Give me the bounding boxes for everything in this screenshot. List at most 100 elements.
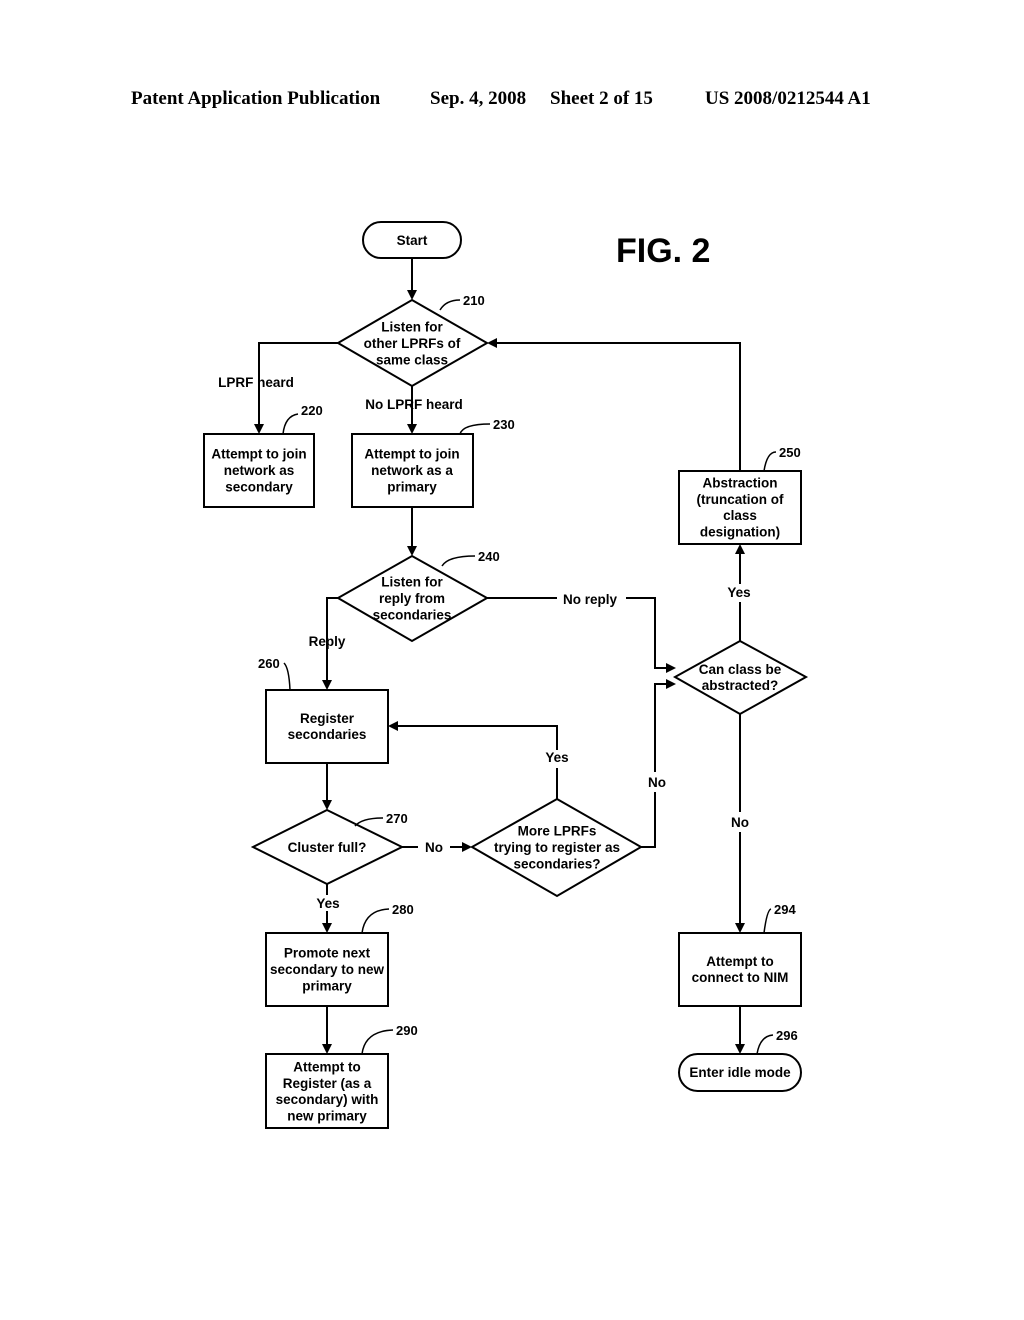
node-text-line: secondaries bbox=[373, 607, 452, 622]
node-290-register-new-primary: Attempt to Register (as a secondary) with n… bbox=[265, 1023, 418, 1129]
node-text-line: Can class be bbox=[699, 662, 782, 677]
edge-label-cluster-no: No bbox=[425, 840, 443, 855]
ref-number: 290 bbox=[396, 1023, 418, 1038]
node-text-line: Attempt to join bbox=[364, 447, 459, 462]
node-text-line: Abstraction bbox=[702, 476, 777, 491]
node-start: Start bbox=[362, 221, 462, 259]
ref-number: 220 bbox=[301, 403, 323, 418]
edge-label-abs-yes: Yes bbox=[727, 585, 750, 600]
node-text-line: Enter idle mode bbox=[689, 1065, 791, 1080]
arrowhead bbox=[322, 680, 332, 690]
node-text-line: Promote next bbox=[284, 946, 371, 961]
edge-more-abs-b bbox=[654, 683, 668, 772]
node-text-line: secondary) with bbox=[276, 1092, 379, 1107]
ref-leader bbox=[459, 423, 491, 435]
ref-number: 294 bbox=[774, 902, 796, 917]
node-240-listen-reply: Listen for reply from secondaries 240 bbox=[335, 549, 500, 643]
arrowhead bbox=[735, 923, 745, 933]
node-text-line: same class bbox=[376, 352, 448, 367]
node-text-line: primary bbox=[387, 479, 437, 494]
node-text-line: Attempt to bbox=[706, 954, 774, 969]
ref-number: 296 bbox=[776, 1028, 798, 1043]
node-text: Attempt to join network as secondary bbox=[211, 447, 306, 495]
node-text-line: secondary bbox=[225, 479, 293, 494]
arrowhead bbox=[407, 290, 417, 300]
edge-label-no-reply: No reply bbox=[563, 592, 618, 607]
edge-more-260-b bbox=[397, 725, 558, 750]
arrowhead bbox=[407, 546, 417, 556]
node-230-join-primary: Attempt to join network as a primary 230 bbox=[351, 417, 515, 508]
edge-label-abs-no: No bbox=[731, 815, 749, 830]
node-text-line: network as bbox=[224, 463, 295, 478]
node-text-line: Attempt to bbox=[293, 1060, 361, 1075]
ref-leader bbox=[756, 1034, 774, 1055]
node-can-class-be-abstracted: Can class be abstracted? bbox=[672, 639, 809, 716]
arrowhead bbox=[322, 923, 332, 933]
node-text-line: network as a bbox=[371, 463, 453, 478]
flowchart: FIG. 2 LPRF heard No LPRF heard Reply No… bbox=[203, 221, 809, 1129]
edge-label-reply: Reply bbox=[309, 634, 346, 649]
arrowhead bbox=[407, 424, 417, 434]
ref-number: 250 bbox=[779, 445, 801, 460]
node-text: Listen for reply from secondaries bbox=[373, 575, 452, 623]
arrowhead bbox=[666, 679, 676, 689]
node-text-line: Listen for bbox=[381, 320, 443, 335]
node-210-listen-lprfs: Listen for other LPRFs of same class 210 bbox=[336, 293, 490, 388]
arrowhead bbox=[735, 1044, 745, 1054]
ref-number: 240 bbox=[478, 549, 500, 564]
node-text-line: Listen for bbox=[381, 575, 443, 590]
node-text-line: designation) bbox=[700, 524, 780, 539]
node-text-line: abstracted? bbox=[702, 678, 779, 693]
node-text-line: secondary to new bbox=[270, 962, 385, 977]
ref-number: 230 bbox=[493, 417, 515, 432]
node-220-join-secondary: Attempt to join network as secondary 220 bbox=[203, 403, 323, 508]
node-text-line: secondaries bbox=[288, 727, 367, 742]
ref-number: 270 bbox=[386, 811, 408, 826]
arrowhead bbox=[388, 721, 398, 731]
ref-leader bbox=[361, 908, 390, 934]
node-text-line: trying to register as bbox=[494, 840, 620, 855]
edge-label-lprf-heard: LPRF heard bbox=[218, 375, 294, 390]
node-text-line: class bbox=[723, 508, 757, 523]
node-text-line: More LPRFs bbox=[518, 824, 597, 839]
node-text: Start bbox=[397, 233, 428, 248]
node-text-line: Register (as a bbox=[283, 1076, 372, 1091]
node-270-cluster-full: Cluster full? 270 bbox=[250, 808, 408, 886]
edge-label-more-yes: Yes bbox=[545, 750, 568, 765]
arrowhead bbox=[735, 544, 745, 554]
node-text-line: other LPRFs of bbox=[364, 336, 461, 351]
node-text-line: Register bbox=[300, 711, 355, 726]
node-text: Cluster full? bbox=[288, 840, 367, 855]
node-text-line: reply from bbox=[379, 591, 445, 606]
arrowhead bbox=[322, 1044, 332, 1054]
node-text: Can class be abstracted? bbox=[699, 662, 782, 693]
node-text-line: Cluster full? bbox=[288, 840, 367, 855]
edge-label-more-no: No bbox=[648, 775, 666, 790]
node-text-line: (truncation of bbox=[697, 492, 784, 507]
ref-number: 210 bbox=[463, 293, 485, 308]
ref-leader bbox=[439, 299, 461, 311]
node-text-line: primary bbox=[302, 978, 352, 993]
node-text-line: secondaries? bbox=[513, 856, 600, 871]
edge-label-cluster-yes: Yes bbox=[316, 896, 339, 911]
arrowhead bbox=[254, 424, 264, 434]
node-280-promote-secondary: Promote next secondary to new primary 280 bbox=[265, 902, 414, 1007]
ref-leader bbox=[441, 555, 476, 567]
node-text-line: Attempt to join bbox=[211, 447, 306, 462]
node-text-line: new primary bbox=[287, 1108, 367, 1123]
ref-number: 280 bbox=[392, 902, 414, 917]
edge-label-no-lprf-heard: No LPRF heard bbox=[365, 397, 463, 412]
ref-leader bbox=[361, 1029, 394, 1055]
edge-240-noreply-b bbox=[626, 597, 668, 669]
ref-leader bbox=[763, 908, 772, 934]
node-text: Enter idle mode bbox=[689, 1065, 791, 1080]
node-text-line: connect to NIM bbox=[692, 970, 789, 985]
edge-more-abs-a bbox=[641, 792, 656, 848]
node-text-line: Start bbox=[397, 233, 428, 248]
figure-label: FIG. 2 bbox=[616, 232, 710, 270]
edge-250-210 bbox=[495, 342, 741, 471]
arrowhead bbox=[322, 800, 332, 810]
ref-number: 260 bbox=[258, 656, 280, 671]
arrowhead bbox=[666, 663, 676, 673]
ref-leader bbox=[282, 413, 299, 435]
